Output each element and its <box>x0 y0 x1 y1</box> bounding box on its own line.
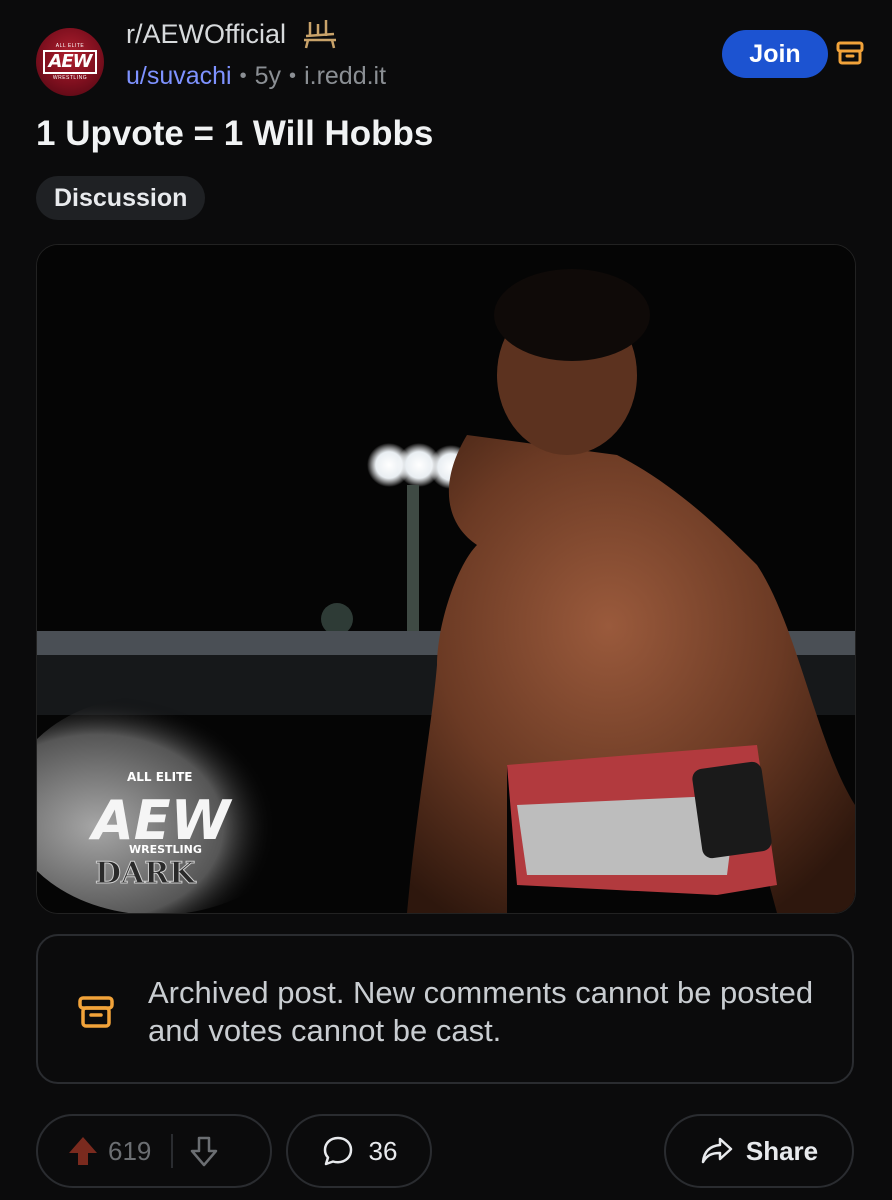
archive-icon <box>78 996 114 1028</box>
archive-icon <box>836 41 864 65</box>
join-button[interactable]: Join <box>722 30 828 78</box>
comment-icon <box>323 1136 352 1166</box>
meta-separator: • <box>289 65 297 87</box>
post-meta: u/suvachi • 5y • i.redd.it <box>126 62 386 91</box>
post-header: ALL ELITE AEW WRESTLING r/AEWOfficial u/… <box>34 18 864 98</box>
post-age: 5y <box>254 62 282 90</box>
comment-count: 36 <box>368 1135 398 1166</box>
post-image[interactable]: ALL ELITE AEW WRESTLING DARK <box>36 244 856 914</box>
action-bar: 619 36 Share <box>36 1114 854 1188</box>
subreddit-line: r/AEWOfficial <box>126 18 342 50</box>
share-label: Share <box>745 1135 819 1166</box>
avatar-top-text: ALL ELITE <box>55 43 85 49</box>
meta-separator: • <box>239 65 247 87</box>
avatar-bottom-text: WRESTLING <box>52 75 88 81</box>
avatar-logo-text: AEW <box>43 50 97 74</box>
post-domain[interactable]: i.redd.it <box>304 62 386 91</box>
upvote-icon[interactable] <box>66 1134 100 1168</box>
watermark-show: DARK <box>95 856 196 891</box>
wrestler-photo: ALL ELITE AEW WRESTLING DARK <box>37 245 855 913</box>
watermark-sub: WRESTLING <box>129 843 202 856</box>
upvote-count: 619 <box>108 1135 152 1166</box>
watermark-top: ALL ELITE <box>127 770 192 784</box>
downvote-icon[interactable] <box>189 1134 219 1168</box>
post-title[interactable]: 1 Upvote = 1 Will Hobbs <box>36 114 433 154</box>
subreddit-avatar[interactable]: ALL ELITE AEW WRESTLING <box>36 28 104 96</box>
post-flair[interactable]: Discussion <box>36 176 206 220</box>
archived-notice: Archived post. New comments cannot be po… <box>36 934 854 1084</box>
flair-chair-icon <box>304 20 337 49</box>
share-icon <box>701 1137 733 1164</box>
archived-message: Archived post. New comments cannot be po… <box>148 975 814 1048</box>
vote-control: 619 <box>36 1114 272 1188</box>
share-button[interactable]: Share <box>664 1114 854 1188</box>
comments-button[interactable]: 36 <box>286 1114 432 1188</box>
subreddit-name[interactable]: r/AEWOfficial <box>126 19 286 50</box>
author-link[interactable]: u/suvachi <box>126 62 232 91</box>
vote-divider <box>171 1134 174 1168</box>
